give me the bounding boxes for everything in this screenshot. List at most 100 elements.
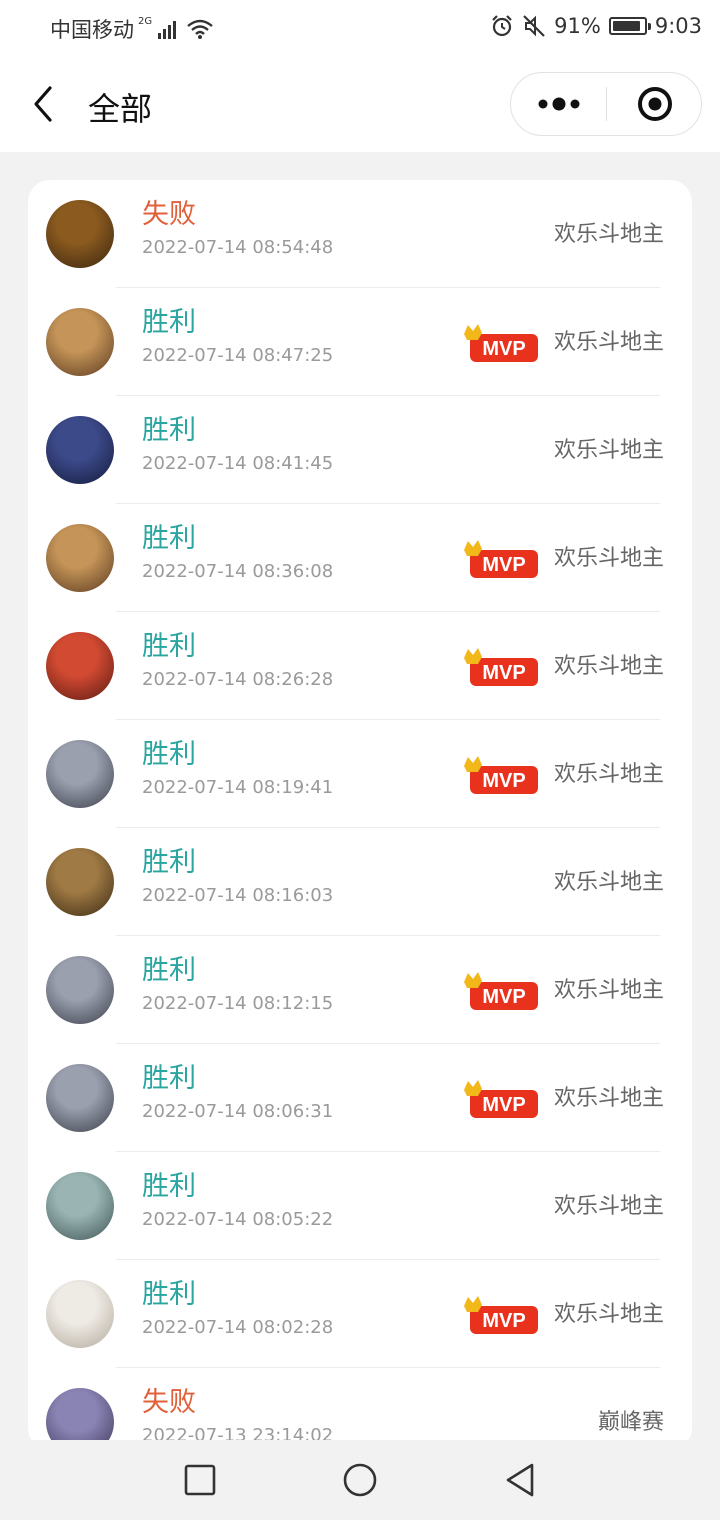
hero-avatar bbox=[46, 1280, 114, 1348]
mvp-badge: MVP bbox=[462, 1080, 542, 1120]
match-result-label: 失败 bbox=[142, 199, 196, 230]
match-time-label: 2022-07-14 08:16:03 bbox=[142, 885, 334, 906]
crown-icon bbox=[464, 324, 482, 340]
match-result-label: 胜利 bbox=[142, 631, 196, 662]
svg-text:MVP: MVP bbox=[482, 662, 525, 684]
crown-icon bbox=[464, 972, 482, 988]
match-time-label: 2022-07-14 08:41:45 bbox=[142, 453, 334, 474]
match-time-label: 2022-07-14 08:36:08 bbox=[142, 561, 334, 582]
hero-avatar bbox=[46, 308, 114, 376]
mvp-badge: MVP bbox=[462, 324, 542, 364]
match-result-label: 胜利 bbox=[142, 739, 196, 770]
game-mode-label: 欢乐斗地主 bbox=[553, 654, 664, 679]
game-mode-label: 欢乐斗地主 bbox=[553, 222, 664, 247]
network-type-label: 2G bbox=[138, 15, 153, 27]
svg-text:MVP: MVP bbox=[482, 1094, 525, 1116]
game-mode-label: 欢乐斗地主 bbox=[553, 438, 664, 463]
chevron-left-icon bbox=[34, 86, 52, 122]
crown-icon bbox=[464, 756, 482, 772]
match-result-label: 胜利 bbox=[142, 1171, 196, 1202]
more-button[interactable] bbox=[511, 73, 606, 135]
signal-icon bbox=[158, 19, 177, 39]
crown-icon bbox=[464, 540, 482, 556]
triangle-back-icon bbox=[506, 1463, 534, 1497]
hero-avatar bbox=[46, 956, 114, 1024]
match-record-row[interactable]: 胜利 2022-07-14 08:02:28 MVP 欢乐斗地主 bbox=[28, 1260, 692, 1368]
page-title: 全部 bbox=[88, 90, 153, 128]
hero-avatar bbox=[46, 200, 114, 268]
circle-home-icon bbox=[343, 1463, 377, 1497]
hero-avatar bbox=[46, 848, 114, 916]
match-time-label: 2022-07-14 08:47:25 bbox=[142, 345, 334, 366]
match-time-label: 2022-07-14 08:12:15 bbox=[142, 993, 334, 1014]
clock-label: 9:03 bbox=[654, 14, 702, 38]
match-result-label: 胜利 bbox=[142, 523, 196, 554]
status-bar: 中国移动 2G 91% 9:03 bbox=[0, 0, 720, 58]
square-recents-icon bbox=[184, 1464, 216, 1496]
match-record-row[interactable]: 失败 2022-07-13 23:14:02 巅峰赛 bbox=[28, 1368, 692, 1450]
system-nav-bar bbox=[0, 1440, 720, 1520]
wifi-icon bbox=[187, 19, 213, 39]
crown-icon bbox=[464, 1296, 482, 1312]
mvp-badge: MVP bbox=[462, 756, 542, 796]
hero-avatar bbox=[46, 632, 114, 700]
match-record-row[interactable]: 失败 2022-07-14 08:54:48 欢乐斗地主 bbox=[28, 180, 692, 288]
game-mode-label: 欢乐斗地主 bbox=[553, 1302, 664, 1327]
close-miniprogram-button[interactable] bbox=[607, 73, 702, 135]
nav-bar: 全部 bbox=[0, 58, 720, 152]
match-result-label: 失败 bbox=[142, 1387, 196, 1418]
crown-icon bbox=[464, 1080, 482, 1096]
svg-text:MVP: MVP bbox=[482, 554, 525, 576]
match-result-label: 胜利 bbox=[142, 955, 196, 986]
svg-text:MVP: MVP bbox=[482, 770, 525, 792]
match-record-row[interactable]: 胜利 2022-07-14 08:16:03 欢乐斗地主 bbox=[28, 828, 692, 936]
match-time-label: 2022-07-14 08:06:31 bbox=[142, 1101, 334, 1122]
hero-avatar bbox=[46, 524, 114, 592]
mvp-badge: MVP bbox=[462, 1296, 542, 1336]
more-dots-icon bbox=[538, 97, 580, 111]
match-time-label: 2022-07-14 08:19:41 bbox=[142, 777, 334, 798]
match-record-list: 失败 2022-07-14 08:54:48 欢乐斗地主 胜利 2022-07-14 0… bbox=[28, 180, 692, 1450]
svg-text:MVP: MVP bbox=[482, 338, 525, 360]
status-left: 中国移动 2G bbox=[50, 14, 214, 44]
mvp-badge: MVP bbox=[462, 540, 542, 580]
game-mode-label: 巅峰赛 bbox=[597, 1410, 664, 1435]
back-button[interactable] bbox=[28, 84, 64, 124]
match-record-row[interactable]: 胜利 2022-07-14 08:06:31 MVP 欢乐斗地主 bbox=[28, 1044, 692, 1152]
recents-button[interactable] bbox=[180, 1460, 220, 1500]
hero-avatar bbox=[46, 1172, 114, 1240]
home-button[interactable] bbox=[340, 1460, 380, 1500]
game-mode-label: 欢乐斗地主 bbox=[553, 870, 664, 895]
game-mode-label: 欢乐斗地主 bbox=[553, 1194, 664, 1219]
game-mode-label: 欢乐斗地主 bbox=[553, 330, 664, 355]
hero-avatar bbox=[46, 416, 114, 484]
crown-icon bbox=[464, 648, 482, 664]
svg-text:MVP: MVP bbox=[482, 986, 525, 1008]
battery-icon bbox=[608, 17, 651, 35]
svg-text:MVP: MVP bbox=[482, 1310, 525, 1332]
system-back-button[interactable] bbox=[500, 1460, 540, 1500]
mute-icon bbox=[523, 15, 545, 37]
mvp-badge: MVP bbox=[462, 648, 542, 688]
match-record-row[interactable]: 胜利 2022-07-14 08:47:25 MVP 欢乐斗地主 bbox=[28, 288, 692, 396]
target-circle-icon bbox=[638, 87, 672, 121]
alarm-icon bbox=[492, 15, 512, 37]
miniprogram-capsule bbox=[510, 72, 702, 136]
match-record-row[interactable]: 胜利 2022-07-14 08:26:28 MVP 欢乐斗地主 bbox=[28, 612, 692, 720]
match-record-row[interactable]: 胜利 2022-07-14 08:41:45 欢乐斗地主 bbox=[28, 396, 692, 504]
match-record-row[interactable]: 胜利 2022-07-14 08:05:22 欢乐斗地主 bbox=[28, 1152, 692, 1260]
match-record-row[interactable]: 胜利 2022-07-14 08:12:15 MVP 欢乐斗地主 bbox=[28, 936, 692, 1044]
match-result-label: 胜利 bbox=[142, 1063, 196, 1094]
carrier-label: 中国移动 bbox=[50, 18, 134, 42]
game-mode-label: 欢乐斗地主 bbox=[553, 546, 664, 571]
game-mode-label: 欢乐斗地主 bbox=[553, 762, 664, 787]
battery-level-fill bbox=[612, 21, 641, 31]
match-time-label: 2022-07-14 08:54:48 bbox=[142, 237, 334, 258]
game-mode-label: 欢乐斗地主 bbox=[553, 978, 664, 1003]
hero-avatar bbox=[46, 1064, 114, 1132]
match-record-row[interactable]: 胜利 2022-07-14 08:36:08 MVP 欢乐斗地主 bbox=[28, 504, 692, 612]
hero-avatar bbox=[46, 740, 114, 808]
match-record-row[interactable]: 胜利 2022-07-14 08:19:41 MVP 欢乐斗地主 bbox=[28, 720, 692, 828]
match-time-label: 2022-07-14 08:05:22 bbox=[142, 1209, 334, 1230]
match-time-label: 2022-07-14 08:02:28 bbox=[142, 1317, 334, 1338]
